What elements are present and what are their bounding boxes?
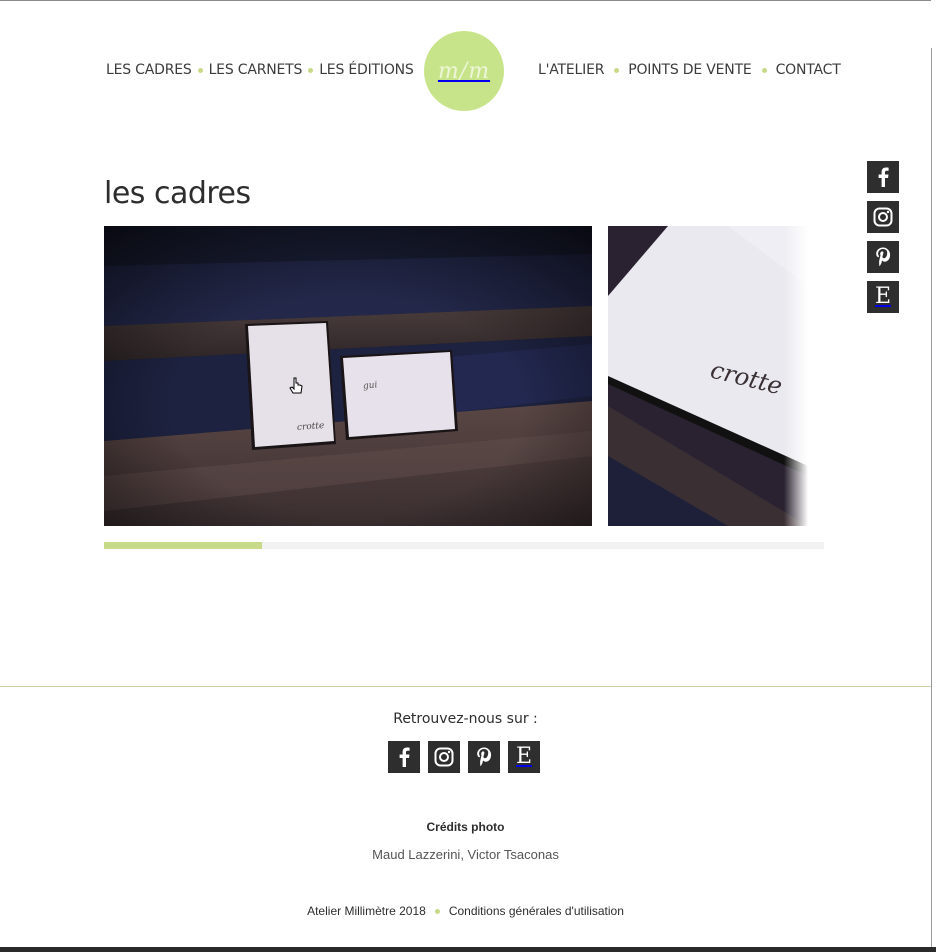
nav-separator-dot bbox=[761, 67, 767, 73]
logo-text: m/m bbox=[437, 58, 491, 84]
nav-item-latelier[interactable]: L'ATELIER bbox=[538, 62, 604, 78]
card-small-handwriting: gui bbox=[362, 380, 378, 392]
nav-item-les-cadres[interactable]: LES CADRES bbox=[106, 62, 192, 78]
copyright-text: Atelier Millimètre 2018 bbox=[307, 904, 426, 918]
site-logo[interactable]: m/m bbox=[424, 31, 504, 111]
etsy-icon: E bbox=[515, 744, 533, 769]
footer-separator-dot bbox=[434, 908, 440, 914]
footer-divider bbox=[0, 686, 931, 687]
credits-title: Crédits photo bbox=[426, 820, 505, 834]
etsy-link[interactable]: E bbox=[867, 281, 899, 313]
card-large-handwriting: crotte bbox=[296, 421, 325, 433]
nav-separator-dot bbox=[197, 67, 203, 73]
etsy-icon: E bbox=[874, 284, 892, 309]
window-right-border bbox=[931, 0, 932, 948]
footer-bottom-bar: Atelier Millimètre 2018 Conditions génér… bbox=[0, 904, 931, 918]
instagram-link[interactable] bbox=[867, 201, 899, 233]
footer-social-links: E bbox=[388, 741, 540, 773]
instagram-icon bbox=[434, 747, 454, 767]
footer-facebook-link[interactable] bbox=[388, 741, 420, 773]
carousel-slide-frame-closeup[interactable]: crotte bbox=[608, 226, 808, 526]
facebook-icon bbox=[399, 747, 410, 767]
facebook-link[interactable] bbox=[867, 161, 899, 193]
credits-names: Maud Lazzerini, Victor Tsaconas bbox=[372, 847, 559, 862]
terms-link[interactable]: Conditions générales d'utilisation bbox=[449, 904, 624, 918]
carousel-scrollbar[interactable] bbox=[104, 542, 824, 549]
window-top-border bbox=[0, 0, 936, 1]
side-social-links: E bbox=[867, 161, 899, 313]
footer-instagram-link[interactable] bbox=[428, 741, 460, 773]
nav-separator-dot bbox=[308, 67, 314, 73]
photo-frames-on-stairs bbox=[104, 226, 592, 526]
footer-pinterest-link[interactable] bbox=[468, 741, 500, 773]
window-bottom-border bbox=[0, 947, 936, 952]
nav-item-les-carnets[interactable]: LES CARNETS bbox=[209, 62, 303, 78]
carousel-slide-frames-on-stairs[interactable]: crotte gui bbox=[104, 226, 592, 526]
pinterest-icon bbox=[876, 247, 891, 267]
window-right-gap bbox=[931, 0, 936, 48]
carousel-scrollbar-thumb[interactable] bbox=[104, 542, 262, 549]
nav-item-contact[interactable]: CONTACT bbox=[776, 62, 841, 78]
nav-separator-dot bbox=[614, 67, 620, 73]
footer-social-heading: Retrouvez-nous sur : bbox=[393, 711, 538, 727]
nav-item-les-editions[interactable]: LES ÉDITIONS bbox=[319, 62, 414, 78]
page-title: les cadres bbox=[104, 176, 251, 211]
nav-item-points-de-vente[interactable]: POINTS DE VENTE bbox=[628, 62, 752, 78]
facebook-icon bbox=[878, 167, 889, 187]
nav-right: L'ATELIER POINTS DE VENTE CONTACT bbox=[538, 62, 841, 78]
pinterest-icon bbox=[477, 747, 492, 767]
footer-etsy-link[interactable]: E bbox=[508, 741, 540, 773]
pinterest-link[interactable] bbox=[867, 241, 899, 273]
nav-left: LES CADRES LES CARNETS LES ÉDITIONS bbox=[106, 62, 414, 78]
instagram-icon bbox=[873, 207, 893, 227]
